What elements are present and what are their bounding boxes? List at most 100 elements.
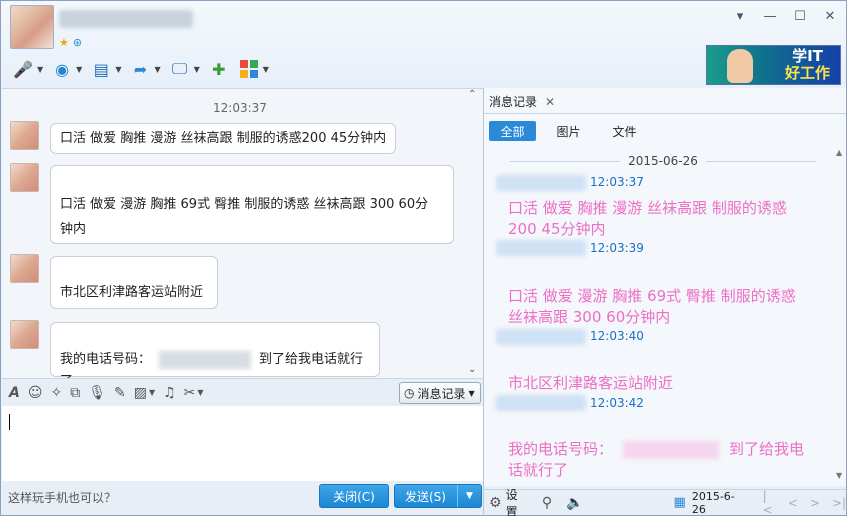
- message-bubble: 我的电话号码：到了给我电话就行了: [50, 322, 380, 389]
- gear-icon[interactable]: ⚙: [489, 495, 502, 511]
- nudge-icon[interactable]: ✧: [50, 385, 62, 401]
- history-message-text: 口活 做爱 漫游 胸推 69式 臀推 制服的诱惑 丝袜高跟 300 60分钟内: [508, 287, 796, 326]
- ad-line-2: 好工作: [784, 64, 830, 82]
- history-message: 口活 做爱 胸推 漫游 丝袜高跟 制服的诱惑200 45分钟内: [508, 198, 808, 240]
- history-message: 市北区利津路客运站附近: [508, 373, 808, 394]
- history-message-text: 口活 做爱 胸推 漫游 丝袜高跟 制服的诱惑200 45分钟内: [508, 199, 787, 238]
- scroll-down-icon[interactable]: ▼: [836, 471, 842, 480]
- message-text: 市北区利津路客运站附近: [60, 285, 204, 300]
- send-button-label: 发送(S): [405, 489, 446, 504]
- qzone-icon[interactable]: ⊛: [73, 36, 82, 49]
- message-avatar[interactable]: [10, 320, 39, 349]
- apps-button[interactable]: ▼: [235, 56, 272, 82]
- ad-banner[interactable]: 学IT 好工作: [706, 45, 841, 85]
- history-message-text: 我的电话号码：: [508, 440, 614, 458]
- message-timestamp: 12:03:37: [213, 101, 267, 115]
- history-time: 12:03:39: [590, 241, 644, 255]
- file-transfer-icon: ➦: [133, 59, 148, 79]
- close-button[interactable]: 关闭(C): [319, 484, 389, 508]
- voice-icon[interactable]: 🎙: [88, 385, 106, 401]
- dropdown-icon[interactable]: ▾: [732, 9, 748, 24]
- history-date: 2015-06-26: [628, 154, 698, 168]
- filter-images[interactable]: 图片: [546, 121, 591, 141]
- last-page-icon[interactable]: >|: [832, 496, 846, 510]
- create-group-button[interactable]: ✚: [205, 56, 233, 82]
- prev-page-icon[interactable]: <: [788, 496, 798, 510]
- history-time: 12:03:40: [590, 329, 644, 343]
- screen-share-button[interactable]: ▤ ▼: [87, 56, 124, 82]
- ad-person-image: [727, 49, 753, 83]
- message-avatar[interactable]: [10, 163, 39, 192]
- remote-desktop-button[interactable]: 🖵 ▼: [166, 56, 203, 82]
- history-footer: ⚙ 设置 ⚲ 🔈 ▦ 2015-6-26 |< < > >|: [484, 486, 846, 516]
- close-button-label: 关闭(C): [333, 489, 375, 504]
- video-call-button[interactable]: ◉ ▼: [48, 56, 85, 82]
- maximize-icon[interactable]: ☐: [792, 9, 808, 24]
- collapse-down-icon[interactable]: ⌄: [468, 364, 476, 375]
- top-toolbar: 🎤 ▼ ◉ ▼ ▤ ▼ ➦ ▼ 🖵 ▼ ✚ ▼: [9, 56, 272, 82]
- file-transfer-button[interactable]: ➦ ▼: [126, 56, 163, 82]
- message-text: 钟内: [60, 222, 87, 237]
- voice-call-button[interactable]: 🎤 ▼: [9, 56, 46, 82]
- history-message: 我的电话号码： 到了给我电话就行了: [508, 439, 808, 481]
- send-button[interactable]: 发送(S) ▼: [394, 484, 482, 508]
- star-icon[interactable]: ★: [59, 36, 69, 49]
- edit-icon[interactable]: ✎: [114, 385, 126, 401]
- first-page-icon[interactable]: |<: [763, 489, 776, 516]
- tab-label: 消息记录: [489, 95, 538, 109]
- text-caret: [9, 414, 10, 430]
- search-icon[interactable]: ⚲: [542, 495, 552, 511]
- screen-share-icon: ▤: [93, 59, 109, 79]
- remote-desktop-icon: 🖵: [171, 59, 188, 78]
- close-tab-icon[interactable]: ✕: [545, 95, 555, 109]
- filter-all[interactable]: 全部: [489, 121, 536, 141]
- phone-number-redacted: [623, 440, 720, 459]
- chat-window: ★ ⊛ ▾ — ☐ ✕ 🎤 ▼ ◉ ▼ ▤ ▼ ➦ ▼ 🖵 ▼ ✚ ▼ 学IT …: [0, 0, 847, 516]
- minimize-icon[interactable]: —: [762, 9, 778, 24]
- settings-label[interactable]: 设置: [506, 486, 528, 516]
- filter-files[interactable]: 文件: [602, 121, 647, 141]
- history-footer-date: 2015-6-26: [691, 489, 735, 516]
- message-input[interactable]: [2, 406, 483, 481]
- tab-divider: [484, 113, 846, 114]
- history-message: 口活 做爱 漫游 胸推 69式 臀推 制服的诱惑 丝袜高跟 300 60分钟内: [508, 286, 808, 328]
- emoji-icon[interactable]: ☺: [28, 385, 43, 401]
- history-sender-redacted: [496, 329, 586, 345]
- chevron-down-icon: ▼: [76, 64, 83, 74]
- microphone-icon: 🎤: [13, 59, 33, 79]
- send-options-icon[interactable]: ▼: [457, 485, 481, 507]
- speaker-icon[interactable]: 🔈: [566, 495, 583, 511]
- ad-text: 学IT 好工作: [785, 48, 830, 82]
- font-icon[interactable]: A: [9, 385, 20, 401]
- add-chat-icon: ✚: [212, 59, 226, 79]
- contact-status-icons: ★ ⊛: [59, 36, 82, 49]
- chevron-down-icon: ▼: [193, 64, 200, 74]
- calendar-icon[interactable]: ▦: [674, 495, 686, 510]
- tab-message-history[interactable]: 消息记录 ✕: [489, 93, 555, 110]
- music-icon[interactable]: ♫: [163, 385, 176, 401]
- contact-avatar[interactable]: [10, 5, 54, 49]
- tip-link[interactable]: 这样玩手机也可以？: [8, 489, 116, 506]
- message-text: 口活 做爱 胸推 漫游 丝袜高跟 制服的诱惑200 45分钟内: [60, 131, 387, 146]
- close-icon[interactable]: ✕: [822, 9, 838, 24]
- history-date-separator: 2015-06-26: [510, 154, 816, 168]
- message-avatar[interactable]: [10, 121, 39, 150]
- scroll-up-icon[interactable]: ▲: [836, 148, 842, 157]
- chevron-down-icon: ▼: [115, 64, 122, 74]
- screenshot-icon[interactable]: ⧉: [70, 385, 80, 401]
- apps-icon: [238, 59, 260, 79]
- phone-number-redacted: [159, 350, 252, 369]
- image-icon[interactable]: ▨ ▼: [134, 385, 155, 401]
- message-bubble: 口活 做爱 漫游 胸推 69式 臀推 制服的诱惑 丝袜高跟 300 60分 钟内: [50, 165, 454, 244]
- collapse-up-icon[interactable]: ⌃: [468, 89, 476, 100]
- window-controls: ▾ — ☐ ✕: [732, 9, 838, 24]
- scissors-icon[interactable]: ✂ ▼: [184, 385, 204, 401]
- message-bubble: 口活 做爱 胸推 漫游 丝袜高跟 制服的诱惑200 45分钟内: [50, 123, 397, 154]
- chevron-down-icon: ▼: [262, 64, 269, 74]
- message-history-button[interactable]: ◷ 消息记录 ▼: [399, 382, 481, 404]
- message-avatar[interactable]: [10, 254, 39, 283]
- next-page-icon[interactable]: >: [810, 496, 820, 510]
- history-panel: 消息记录 ✕ 全部 图片 文件 2015-06-26 ▲ ▼ 12:03:37 …: [484, 88, 846, 486]
- history-scrollbar[interactable]: ▲ ▼: [836, 148, 846, 486]
- ad-line-1: 学IT: [792, 47, 823, 65]
